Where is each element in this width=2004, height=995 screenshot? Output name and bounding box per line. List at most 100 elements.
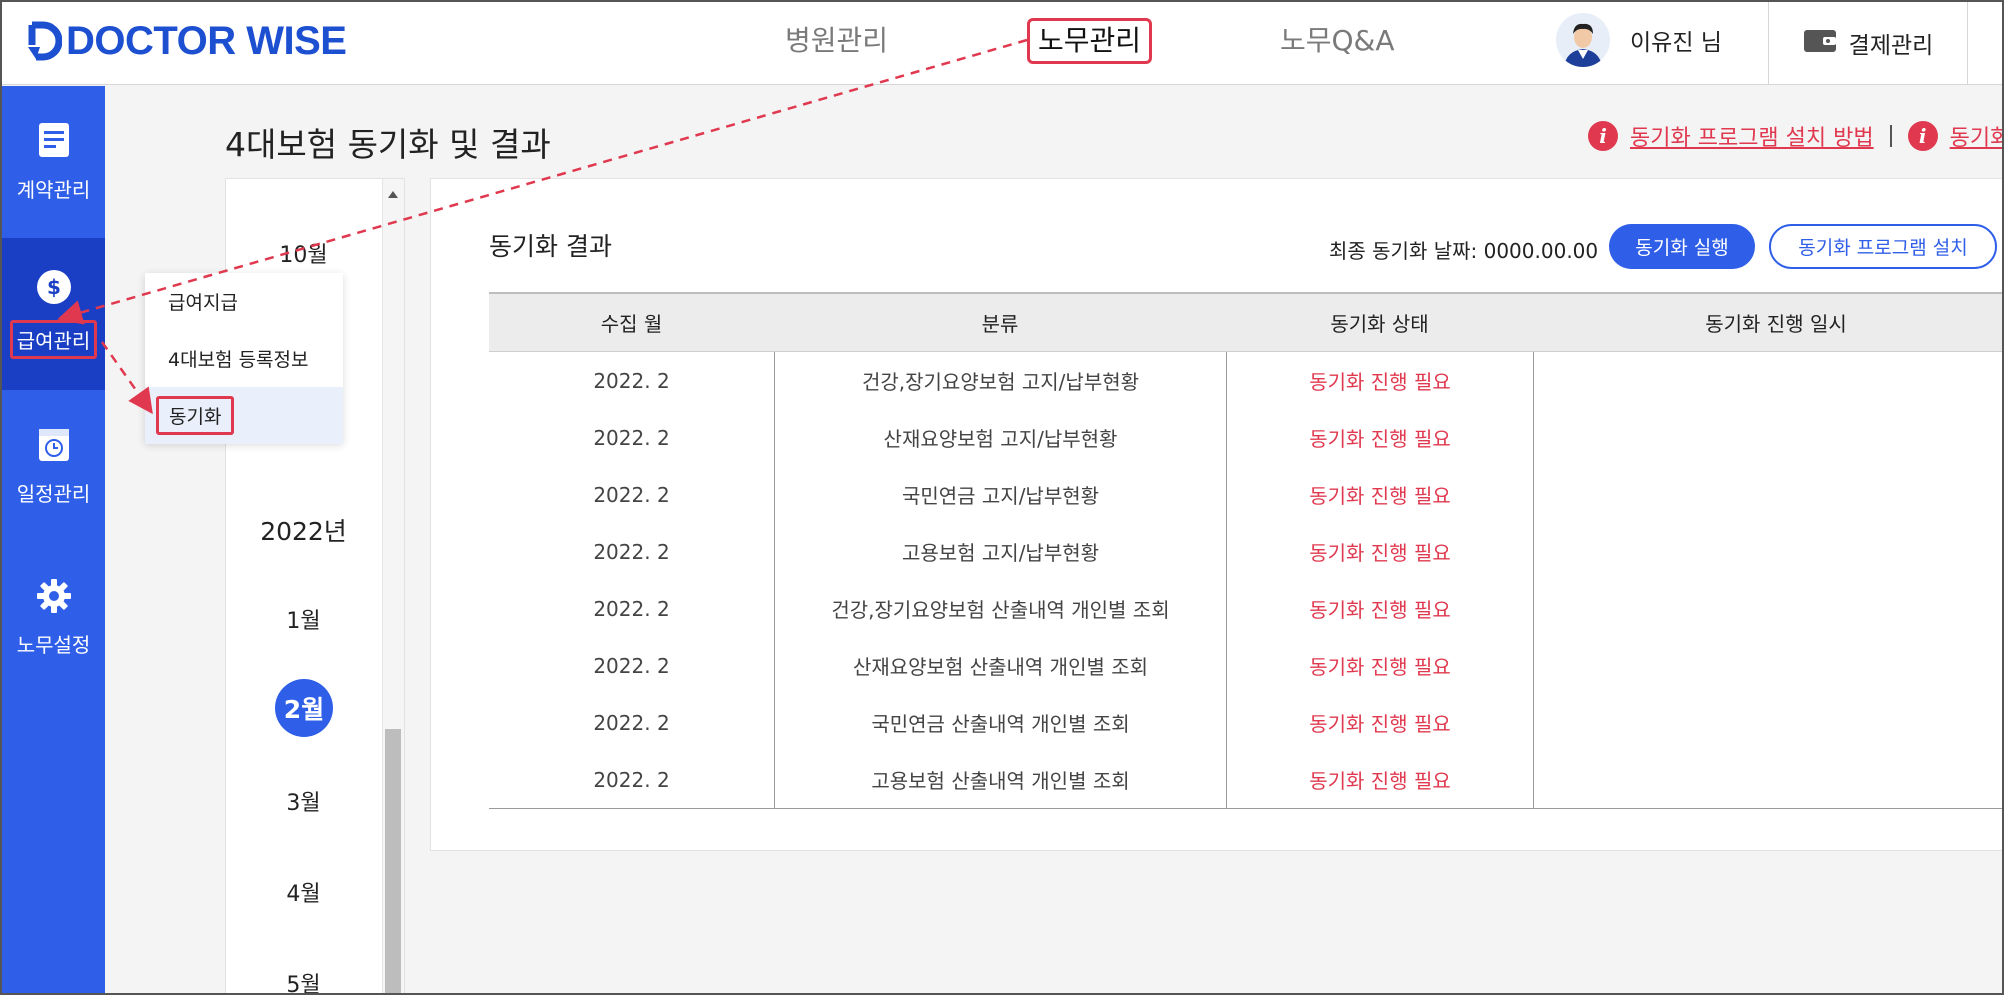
logo[interactable]: DOCTOR WISE	[26, 18, 347, 64]
logo-text: DOCTOR WISE	[66, 18, 347, 63]
sidebar-item-label: 계약관리	[16, 178, 91, 202]
submenu-item-label: 동기화	[156, 396, 235, 435]
table-row: 2022. 2 건강,장기요양보험 고지/납부현황 동기화 진행 필요	[489, 352, 2004, 409]
sync-guide-link[interactable]: 동기화	[1950, 120, 2004, 152]
cell-status: 동기화 진행 필요	[1226, 466, 1533, 523]
sidebar-item-schedule[interactable]: 일정관리	[2, 390, 105, 542]
contract-doc-icon	[37, 121, 71, 164]
cell-time	[1533, 352, 2004, 409]
logo-mark-icon	[26, 21, 62, 61]
cell-month: 2022. 2	[593, 653, 670, 678]
table-row: 2022. 2 고용보험 고지/납부현황 동기화 진행 필요	[489, 523, 2004, 580]
sync-result-card: 동기화 결과 최종 동기화 날짜: 0000.00.00 동기화 실행 동기화 …	[430, 178, 2004, 851]
payment-label: 결제관리	[1848, 32, 1934, 59]
cell-time	[1533, 409, 2004, 466]
last-sync-date: 최종 동기화 날짜: 0000.00.00	[1329, 239, 1599, 263]
month-item[interactable]: 5월	[226, 967, 381, 994]
payment-management-button[interactable]: 결제관리	[1768, 0, 1968, 85]
month-item[interactable]: 4월	[226, 876, 381, 908]
cell-category: 건강,장기요양보험 고지/납부현황	[774, 352, 1226, 409]
cell-status: 동기화 진행 필요	[1226, 352, 1533, 409]
sync-result-table: 수집 월 분류 동기화 상태 동기화 진행 일시 2022. 2 건강,장기요양…	[489, 292, 2004, 809]
run-sync-button[interactable]: 동기화 실행	[1609, 224, 1755, 269]
submenu-item-sync[interactable]: 동기화	[145, 387, 343, 444]
column-header: 동기화 진행 일시	[1705, 312, 1847, 336]
cell-time	[1533, 523, 2004, 580]
wallet-icon	[1803, 28, 1837, 58]
result-title: 동기화 결과	[489, 232, 612, 261]
table-row: 2022. 2 건강,장기요양보험 산출내역 개인별 조회 동기화 진행 필요	[489, 580, 2004, 637]
table-row: 2022. 2 국민연금 고지/납부현황 동기화 진행 필요	[489, 466, 2004, 523]
cell-month: 2022. 2	[593, 596, 670, 621]
sidebar-item-payroll[interactable]: $ 급여관리	[2, 238, 105, 390]
cell-time	[1533, 751, 2004, 808]
cell-status: 동기화 진행 필요	[1226, 751, 1533, 808]
cell-status: 동기화 진행 필요	[1226, 694, 1533, 751]
year-heading: 2022년	[260, 517, 347, 546]
table-row: 2022. 2 고용보험 산출내역 개인별 조회 동기화 진행 필요	[489, 751, 2004, 808]
month-scrollbar[interactable]	[382, 179, 404, 994]
table-header: 수집 월 분류 동기화 상태 동기화 진행 일시	[489, 294, 2004, 352]
cell-month: 2022. 2	[593, 539, 670, 564]
cell-month: 2022. 2	[593, 767, 670, 792]
cell-category: 건강,장기요양보험 산출내역 개인별 조회	[774, 580, 1226, 637]
cell-category: 국민연금 고지/납부현황	[774, 466, 1226, 523]
cell-status: 동기화 진행 필요	[1226, 580, 1533, 637]
cell-category: 고용보험 산출내역 개인별 조회	[774, 751, 1226, 808]
svg-text:$: $	[47, 275, 61, 299]
install-program-button[interactable]: 동기화 프로그램 설치	[1769, 224, 1997, 269]
link-divider	[1889, 125, 1892, 147]
annotation-arrow-sidebar-to-submenu	[100, 341, 153, 415]
scroll-up-arrow-icon[interactable]	[388, 191, 398, 198]
table-row: 2022. 2 국민연금 산출내역 개인별 조회 동기화 진행 필요	[489, 694, 2004, 751]
cell-month: 2022. 2	[593, 425, 670, 450]
nav-labor-management[interactable]: 노무관리	[1027, 18, 1153, 64]
cell-month: 2022. 2	[593, 482, 670, 507]
month-item[interactable]: 1월	[226, 603, 381, 635]
sidebar-item-contract[interactable]: 계약관리	[2, 86, 105, 238]
submenu-item-insurance-info[interactable]: 4대보험 등록정보	[145, 330, 343, 387]
submenu-item-payroll-payment[interactable]: 급여지급	[145, 273, 343, 330]
column-header: 분류	[981, 312, 1019, 336]
user-profile[interactable]: 이유진 님	[1556, 10, 1722, 70]
month-item[interactable]: 3월	[226, 785, 381, 817]
cell-time	[1533, 637, 2004, 694]
cell-category: 산재요양보험 산출내역 개인별 조회	[774, 637, 1226, 694]
help-links: i 동기화 프로그램 설치 방법 i 동기화	[1588, 120, 2004, 152]
user-name: 이유진 님	[1630, 30, 1722, 56]
sidebar-item-label: 일정관리	[16, 482, 91, 506]
table-row: 2022. 2 산재요양보험 산출내역 개인별 조회 동기화 진행 필요	[489, 637, 2004, 694]
nav-labor-qa[interactable]: 노무Q&A	[1280, 18, 1395, 64]
nav-hospital-management[interactable]: 병원관리	[785, 18, 888, 64]
avatar	[1556, 13, 1610, 67]
sidebar-item-labor-settings[interactable]: 노무설정	[2, 542, 105, 694]
cell-category: 산재요양보험 고지/납부현황	[774, 409, 1226, 466]
install-guide-link[interactable]: 동기화 프로그램 설치 방법	[1630, 120, 1874, 152]
cell-status: 동기화 진행 필요	[1226, 409, 1533, 466]
payroll-submenu: 급여지급 4대보험 등록정보 동기화	[145, 273, 343, 444]
table-body: 2022. 2 건강,장기요양보험 고지/납부현황 동기화 진행 필요 2022…	[489, 352, 2004, 809]
sidebar-item-label: 급여관리	[9, 320, 98, 359]
calendar-clock-icon	[37, 425, 71, 468]
gear-icon	[36, 578, 72, 619]
month-item-selected[interactable]: 2월	[275, 679, 333, 737]
column-header: 동기화 상태	[1330, 312, 1429, 336]
table-row: 2022. 2 산재요양보험 고지/납부현황 동기화 진행 필요	[489, 409, 2004, 466]
cell-month: 2022. 2	[593, 710, 670, 735]
top-header: DOCTOR WISE 병원관리 노무관리 노무Q&A 이유진 님 결제관리	[0, 0, 2004, 85]
info-icon: i	[1907, 121, 1938, 151]
month-item[interactable]: 10월	[226, 237, 381, 269]
cell-category: 국민연금 산출내역 개인별 조회	[774, 694, 1226, 751]
scroll-thumb[interactable]	[385, 729, 401, 994]
sidebar: 계약관리 $ 급여관리 일정관리 노무설정	[2, 86, 105, 993]
info-icon: i	[1588, 121, 1618, 151]
cell-status: 동기화 진행 필요	[1226, 523, 1533, 580]
cell-month: 2022. 2	[593, 368, 670, 393]
cell-status: 동기화 진행 필요	[1226, 637, 1533, 694]
cell-category: 고용보험 고지/납부현황	[774, 523, 1226, 580]
cell-time	[1533, 580, 2004, 637]
page-title: 4대보험 동기화 및 결과	[225, 125, 551, 164]
cell-time	[1533, 694, 2004, 751]
cell-time	[1533, 466, 2004, 523]
column-header: 수집 월	[600, 312, 663, 336]
